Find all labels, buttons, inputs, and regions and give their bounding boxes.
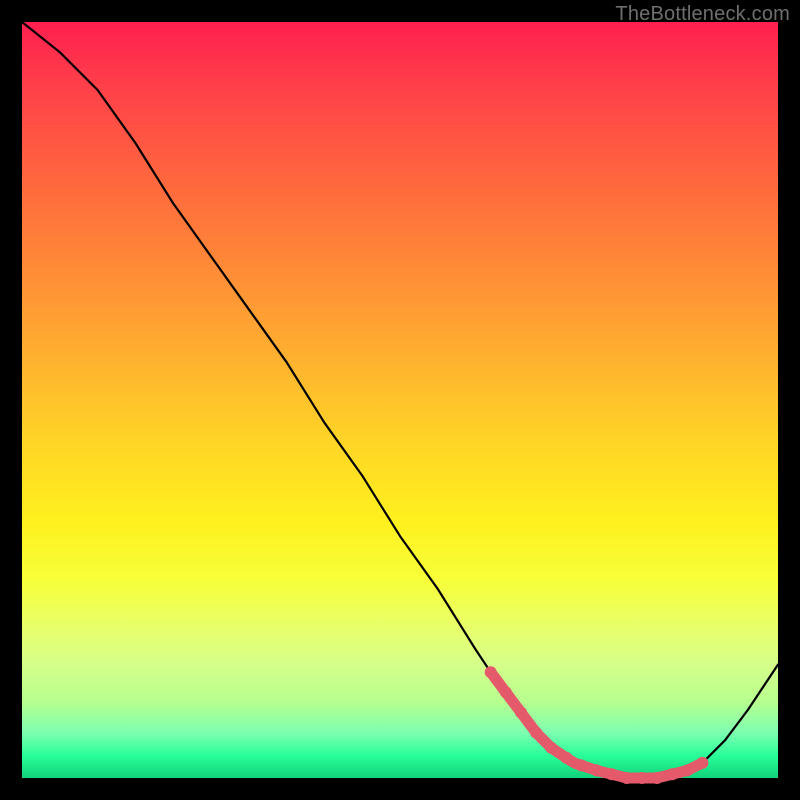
highlight-dot [621, 772, 633, 784]
highlight-dot [560, 752, 572, 764]
highlight-dot [666, 768, 678, 780]
highlight-dot [696, 757, 708, 769]
highlight-dot [591, 764, 603, 776]
highlight-segment [491, 672, 703, 778]
bottleneck-curve-line [22, 22, 778, 778]
highlight-dot [636, 772, 648, 784]
highlight-dot [575, 759, 587, 771]
highlight-dot [500, 686, 512, 698]
curve-svg [22, 22, 778, 778]
highlight-dot [681, 764, 693, 776]
highlight-dots [485, 666, 709, 784]
highlight-dot [651, 772, 663, 784]
highlight-dot [485, 666, 497, 678]
highlight-dot [530, 727, 542, 739]
chart-stage: TheBottleneck.com [0, 0, 800, 800]
plot-area [22, 22, 778, 778]
highlight-dot [606, 768, 618, 780]
highlight-dot [515, 707, 527, 719]
highlight-dot [545, 742, 557, 754]
